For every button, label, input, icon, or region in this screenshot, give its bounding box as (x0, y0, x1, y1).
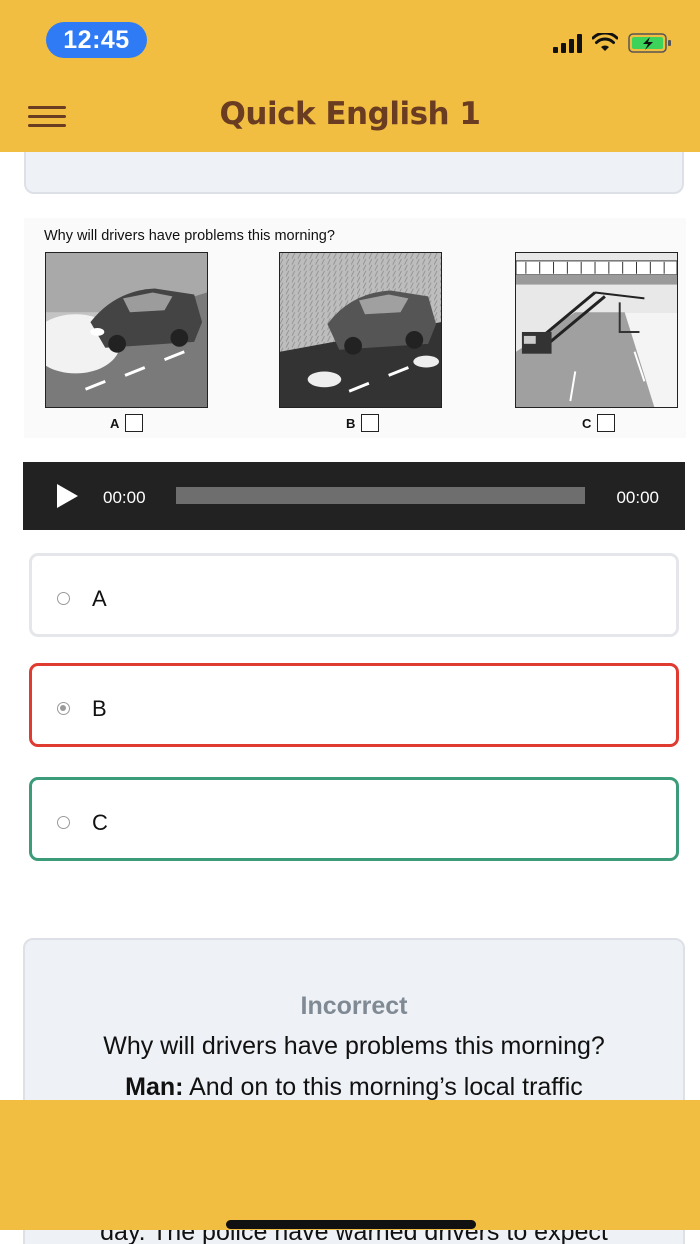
status-time: 12:45 (46, 22, 147, 58)
audio-progress-bar[interactable] (176, 487, 585, 504)
speaker-label: Man: (125, 1073, 184, 1101)
feedback-question: Why will drivers have problems this morn… (103, 1032, 605, 1060)
answer-option-a[interactable]: A (29, 553, 679, 637)
page-title: Quick English 1 (219, 96, 481, 132)
radio-a[interactable] (57, 592, 70, 605)
radio-b[interactable] (57, 702, 70, 715)
picture-a-label: A (110, 414, 144, 432)
play-icon[interactable] (57, 484, 78, 508)
cellular-signal-icon (553, 33, 582, 53)
app-header: 12:45 Quick English 1 (0, 0, 700, 152)
home-indicator[interactable] (226, 1220, 476, 1229)
option-c-label: C (92, 810, 108, 835)
battery-charging-icon (628, 33, 671, 53)
audio-player: 00:00 00:00 (23, 462, 685, 530)
picture-b-rain (279, 252, 442, 408)
duration-time: 00:00 (616, 488, 659, 507)
bottom-bar (0, 1100, 700, 1230)
answer-option-b[interactable]: B (29, 663, 679, 747)
wifi-icon (592, 33, 618, 51)
feedback-transcript: Man: And on to this morning’s local traf… (25, 1073, 683, 1102)
picture-a-fog (45, 252, 208, 408)
current-time: 00:00 (103, 488, 146, 507)
feedback-status: Incorrect (300, 992, 408, 1020)
picture-c-label: C (582, 414, 616, 432)
checkbox-b-icon (361, 414, 380, 432)
picture-c-roadworks (515, 252, 678, 408)
picture-b-label: B (346, 414, 380, 432)
transcript-text: And on to this morning’s local traffic (189, 1073, 583, 1101)
question-text: Why will drivers have problems this morn… (44, 228, 335, 244)
checkbox-c-icon (597, 414, 616, 432)
checkbox-a-icon (125, 414, 144, 432)
option-a-label: A (92, 586, 107, 611)
radio-c[interactable] (57, 816, 70, 829)
answer-option-c[interactable]: C (29, 777, 679, 861)
option-b-label: B (92, 696, 107, 721)
question-image: Why will drivers have problems this morn… (24, 218, 686, 438)
status-icons (553, 32, 672, 54)
